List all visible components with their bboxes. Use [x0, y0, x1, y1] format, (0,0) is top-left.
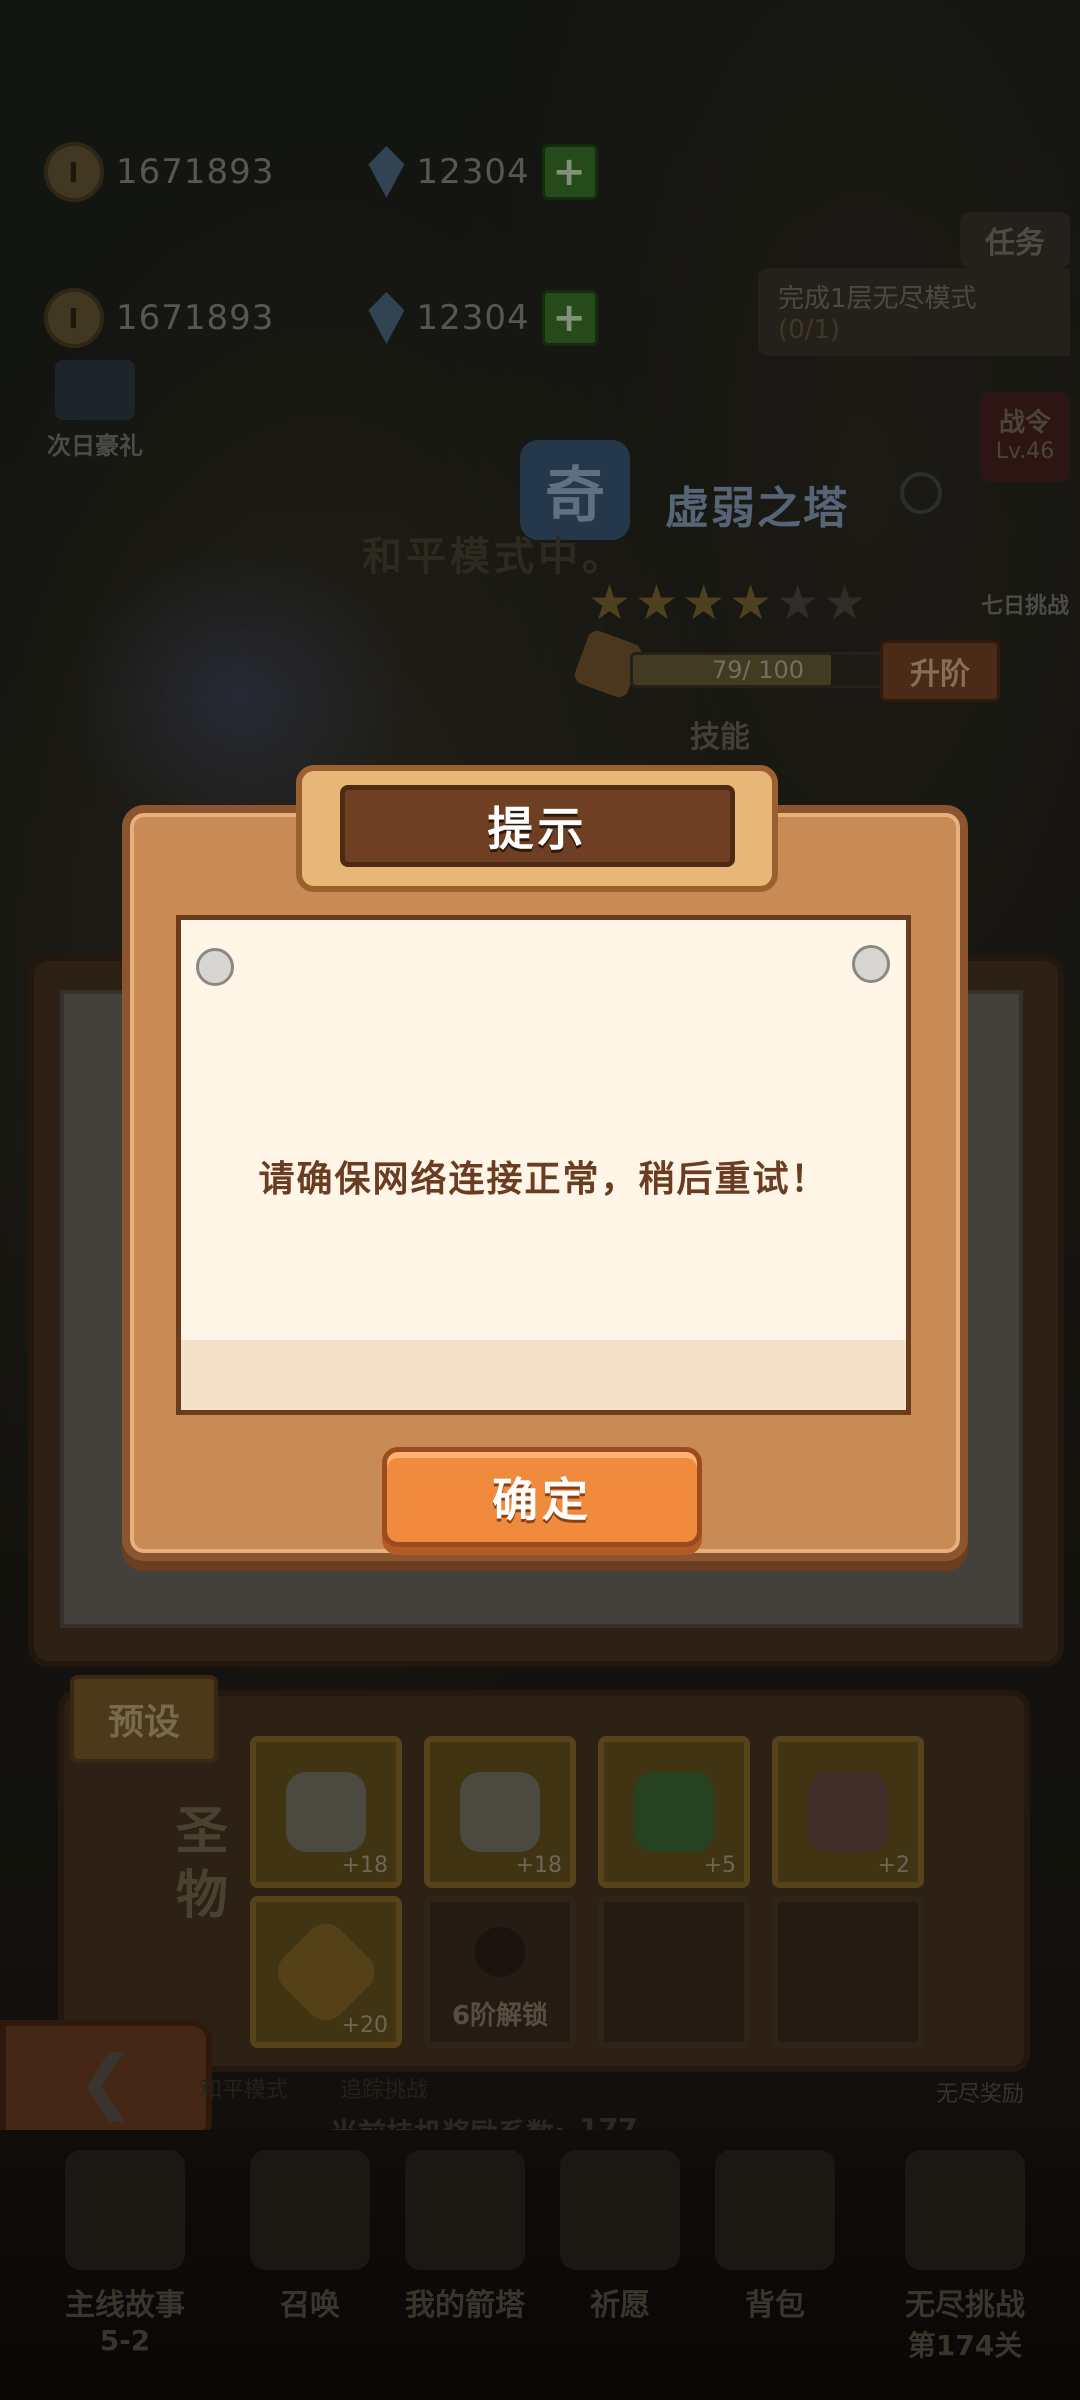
dialog-title-text: 提示 — [487, 802, 588, 856]
dialog-title: 提示 — [340, 785, 735, 867]
pin-icon — [852, 945, 890, 983]
dialog-message: 请确保网络连接正常，稍后重试！ — [258, 1159, 829, 1200]
confirm-button[interactable]: 确定 — [382, 1447, 702, 1547]
pin-icon — [196, 948, 234, 986]
confirm-label: 确定 — [492, 1473, 592, 1527]
